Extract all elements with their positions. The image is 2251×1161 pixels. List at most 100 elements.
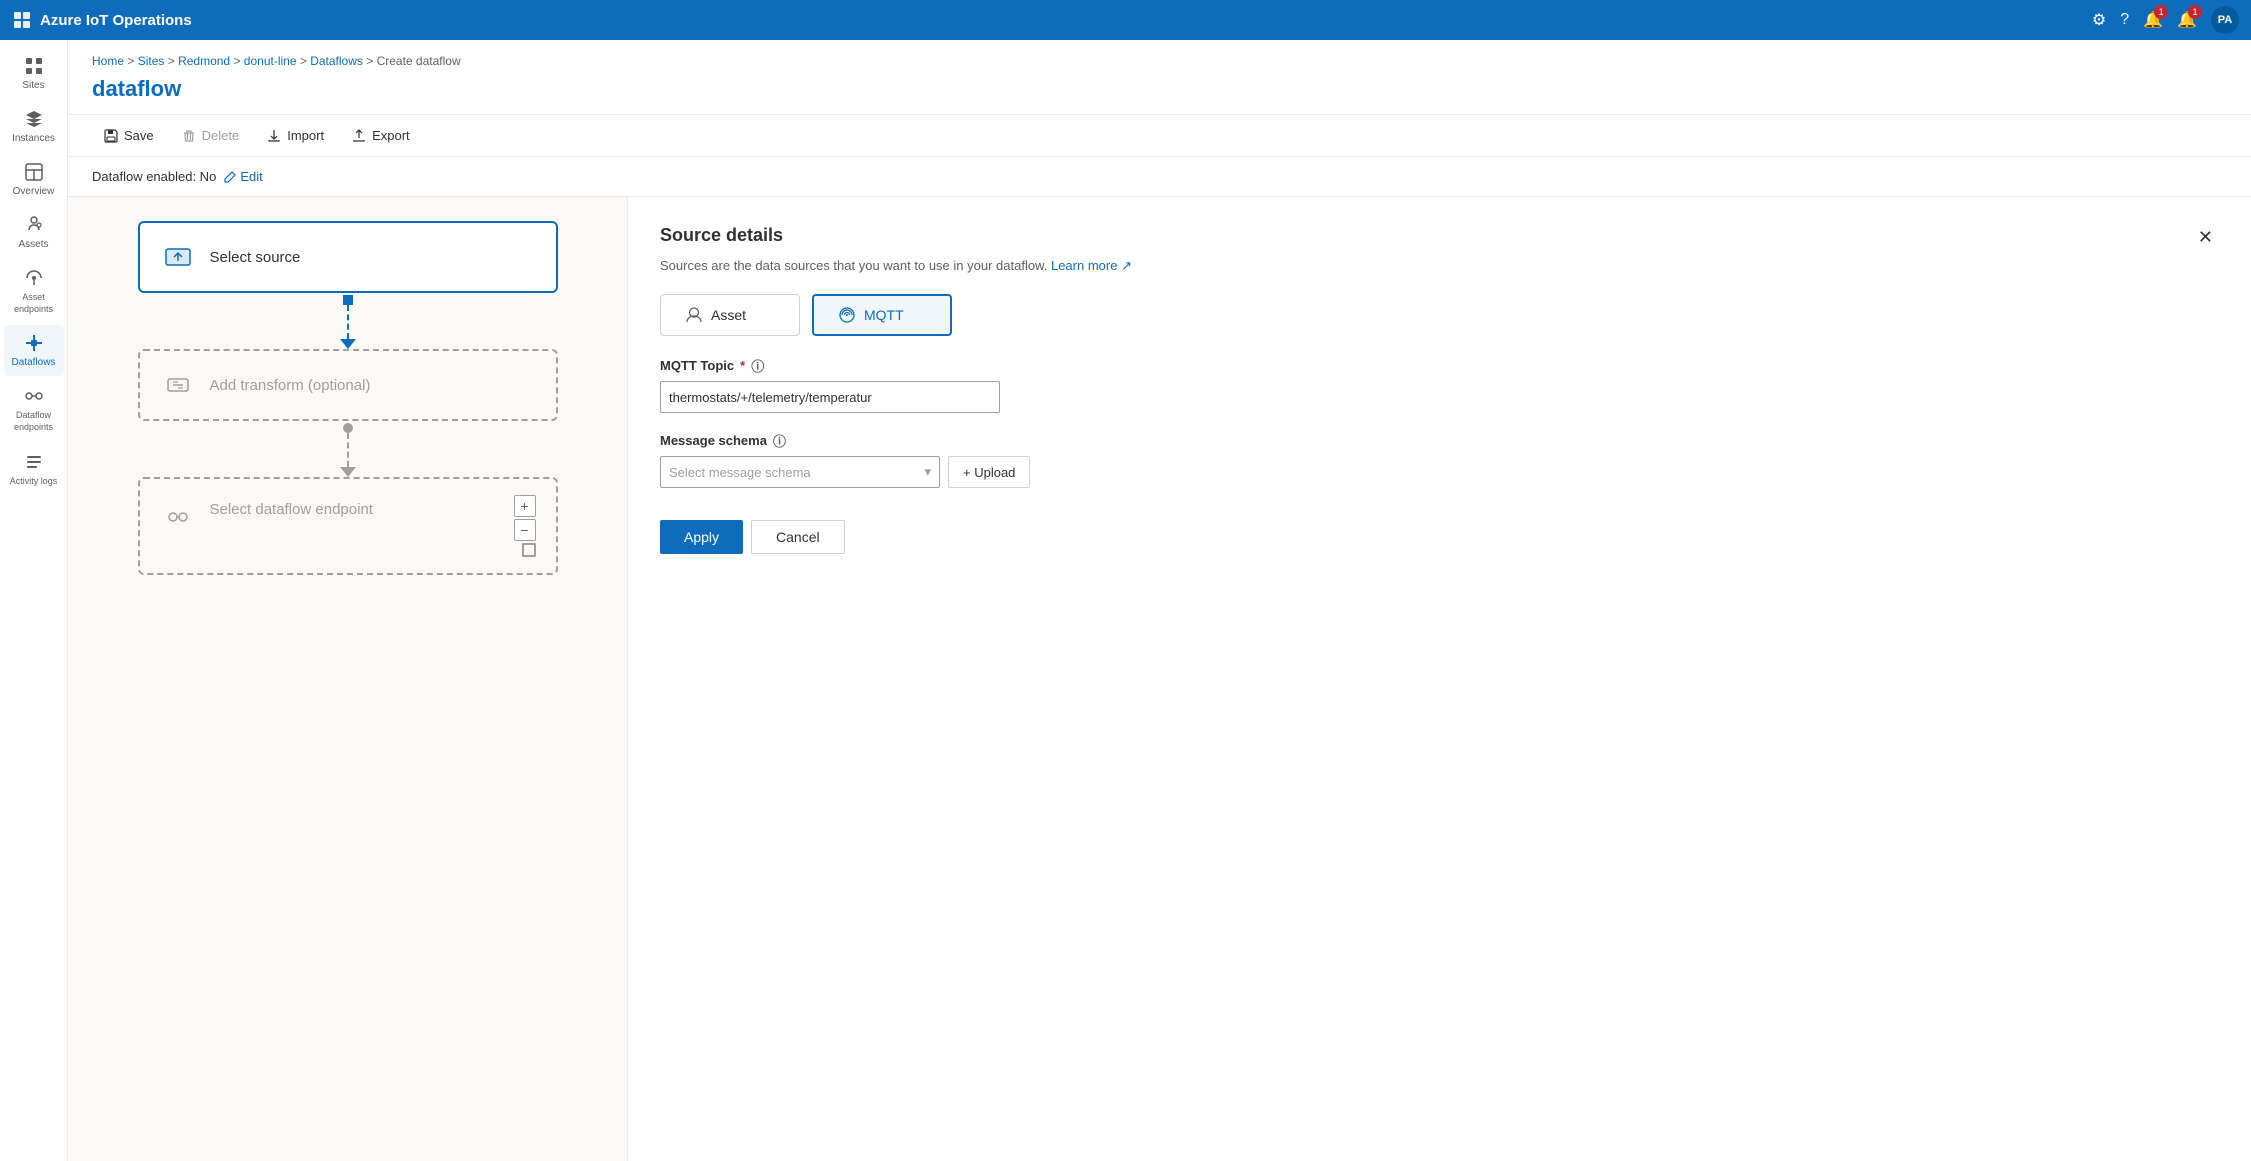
upload-button[interactable]: + Upload	[948, 456, 1030, 488]
mqtt-topic-label: MQTT Topic * ⓘ	[660, 356, 2219, 375]
notifications-icon[interactable]: 🔔 1	[2143, 10, 2163, 30]
grid-icon	[24, 56, 44, 76]
breadcrumb-donut-line[interactable]: donut-line	[244, 54, 297, 68]
endpoint-icon	[160, 499, 196, 535]
sidebar-item-asset-endpoints[interactable]: Asset endpoints	[4, 260, 64, 323]
sidebar-item-overview[interactable]: Overview	[4, 154, 64, 205]
df-endpoint-icon	[24, 386, 44, 406]
message-schema-select[interactable]: Select message schema ▾	[660, 456, 940, 488]
sidebar-item-instances[interactable]: Instances	[4, 101, 64, 152]
breadcrumb-redmond[interactable]: Redmond	[178, 54, 230, 68]
sidebar-item-sites[interactable]: Sites	[4, 48, 64, 99]
dataflow-icon	[24, 333, 44, 353]
asset-type-icon	[685, 306, 703, 324]
chevron-down-icon: ▾	[924, 464, 931, 480]
mqtt-type-button[interactable]: MQTT	[812, 294, 952, 336]
help-icon[interactable]: ?	[2120, 11, 2129, 29]
details-panel: Source details ✕ Sources are the data so…	[628, 197, 2251, 1161]
log-icon	[24, 452, 44, 472]
cancel-button[interactable]: Cancel	[751, 520, 845, 554]
asset-type-button[interactable]: Asset	[660, 294, 800, 336]
page-title: dataflow	[68, 72, 2251, 114]
select-source-card[interactable]: Select source	[138, 221, 558, 293]
select-endpoint-card[interactable]: Select dataflow endpoint + −	[138, 477, 558, 575]
mqtt-topic-input[interactable]	[660, 381, 1000, 413]
connector-dot-2	[343, 423, 353, 433]
connector-dot-1	[343, 295, 353, 305]
connector-2	[340, 421, 356, 477]
endpoint-minus-btn[interactable]: −	[514, 519, 536, 541]
endpoint-card-label: Select dataflow endpoint	[210, 501, 373, 518]
action-row: Apply Cancel	[660, 520, 2219, 554]
overview-icon	[24, 162, 44, 182]
dataflow-status: Dataflow enabled: No	[92, 169, 216, 184]
settings-icon[interactable]: ⚙	[2092, 10, 2106, 30]
topbar-left: Azure IoT Operations	[12, 10, 192, 30]
sidebar-label-dataflow-endpoints: Dataflow endpoints	[8, 410, 60, 433]
close-panel-button[interactable]: ✕	[2192, 225, 2219, 250]
source-type-row: Asset MQTT	[660, 294, 2219, 336]
sidebar-label-instances: Instances	[12, 133, 55, 144]
connector-arrow-1	[340, 339, 356, 349]
breadcrumb-sites[interactable]: Sites	[138, 54, 165, 68]
import-icon	[267, 129, 281, 143]
breadcrumb: Home > Sites > Redmond > donut-line > Da…	[68, 40, 2251, 72]
transform-icon	[160, 367, 196, 403]
asset-icon	[24, 215, 44, 235]
details-title: Source details	[660, 225, 783, 246]
sidebar-label-assets: Assets	[18, 239, 48, 250]
delete-icon	[182, 129, 196, 143]
avatar[interactable]: PA	[2211, 6, 2239, 34]
canvas: Select source	[68, 197, 628, 1161]
save-icon	[104, 129, 118, 143]
details-description: Sources are the data sources that you wa…	[660, 258, 2219, 274]
sidebar-label-sites: Sites	[22, 80, 44, 91]
apply-button[interactable]: Apply	[660, 520, 743, 554]
export-icon	[352, 129, 366, 143]
breadcrumb-dataflows[interactable]: Dataflows	[310, 54, 363, 68]
sidebar-item-assets[interactable]: Assets	[4, 207, 64, 258]
message-schema-info-icon: ⓘ	[773, 431, 786, 450]
connector-1	[340, 293, 356, 349]
message-schema-row: Select message schema ▾ + Upload	[660, 456, 2219, 488]
breadcrumb-home[interactable]: Home	[92, 54, 124, 68]
content-area: Home > Sites > Redmond > donut-line > Da…	[68, 40, 2251, 1161]
app-icon	[12, 10, 32, 30]
endpoint-controls: + −	[514, 495, 536, 557]
mqtt-topic-group: MQTT Topic * ⓘ	[660, 356, 2219, 413]
source-card-label: Select source	[210, 249, 301, 266]
transform-card-label: Add transform (optional)	[210, 377, 371, 394]
message-schema-group: Message schema ⓘ Select message schema ▾…	[660, 431, 2219, 488]
notification-badge: 1	[2154, 5, 2168, 19]
status-bar: Dataflow enabled: No Edit	[68, 157, 2251, 197]
dataflow-main: Select source	[68, 197, 2251, 1161]
delete-button[interactable]: Delete	[170, 123, 252, 148]
sidebar-item-activity-logs[interactable]: Activity logs	[4, 444, 64, 496]
learn-more-link[interactable]: Learn more ↗	[1051, 258, 1132, 273]
source-icon	[160, 239, 196, 275]
app-title: Azure IoT Operations	[40, 12, 192, 29]
mqtt-topic-info-icon: ⓘ	[751, 356, 764, 375]
connector-arrow-2	[340, 467, 356, 477]
import-button[interactable]: Import	[255, 123, 336, 148]
topbar: Azure IoT Operations ⚙ ? 🔔 1 🔔 1 PA	[0, 0, 2251, 40]
edit-icon	[224, 171, 236, 183]
main-layout: Sites Instances Overview Assets	[0, 40, 2251, 1161]
endpoint-plus-btn[interactable]: +	[514, 495, 536, 517]
layers-icon	[24, 109, 44, 129]
add-transform-card[interactable]: Add transform (optional)	[138, 349, 558, 421]
endpoint-corner	[522, 543, 536, 557]
sidebar-label-asset-endpoints: Asset endpoints	[8, 292, 60, 315]
save-button[interactable]: Save	[92, 123, 166, 148]
message-schema-label: Message schema ⓘ	[660, 431, 2219, 450]
required-indicator: *	[740, 358, 745, 373]
sidebar-item-dataflows[interactable]: Dataflows	[4, 325, 64, 376]
mqtt-type-icon	[838, 306, 856, 324]
alert-badge: 1	[2188, 5, 2202, 19]
export-button[interactable]: Export	[340, 123, 422, 148]
alerts-icon[interactable]: 🔔 1	[2177, 10, 2197, 30]
sidebar-item-dataflow-endpoints[interactable]: Dataflow endpoints	[4, 378, 64, 441]
sidebar-label-overview: Overview	[13, 186, 55, 197]
edit-button[interactable]: Edit	[224, 169, 262, 184]
breadcrumb-current: Create dataflow	[377, 54, 461, 68]
